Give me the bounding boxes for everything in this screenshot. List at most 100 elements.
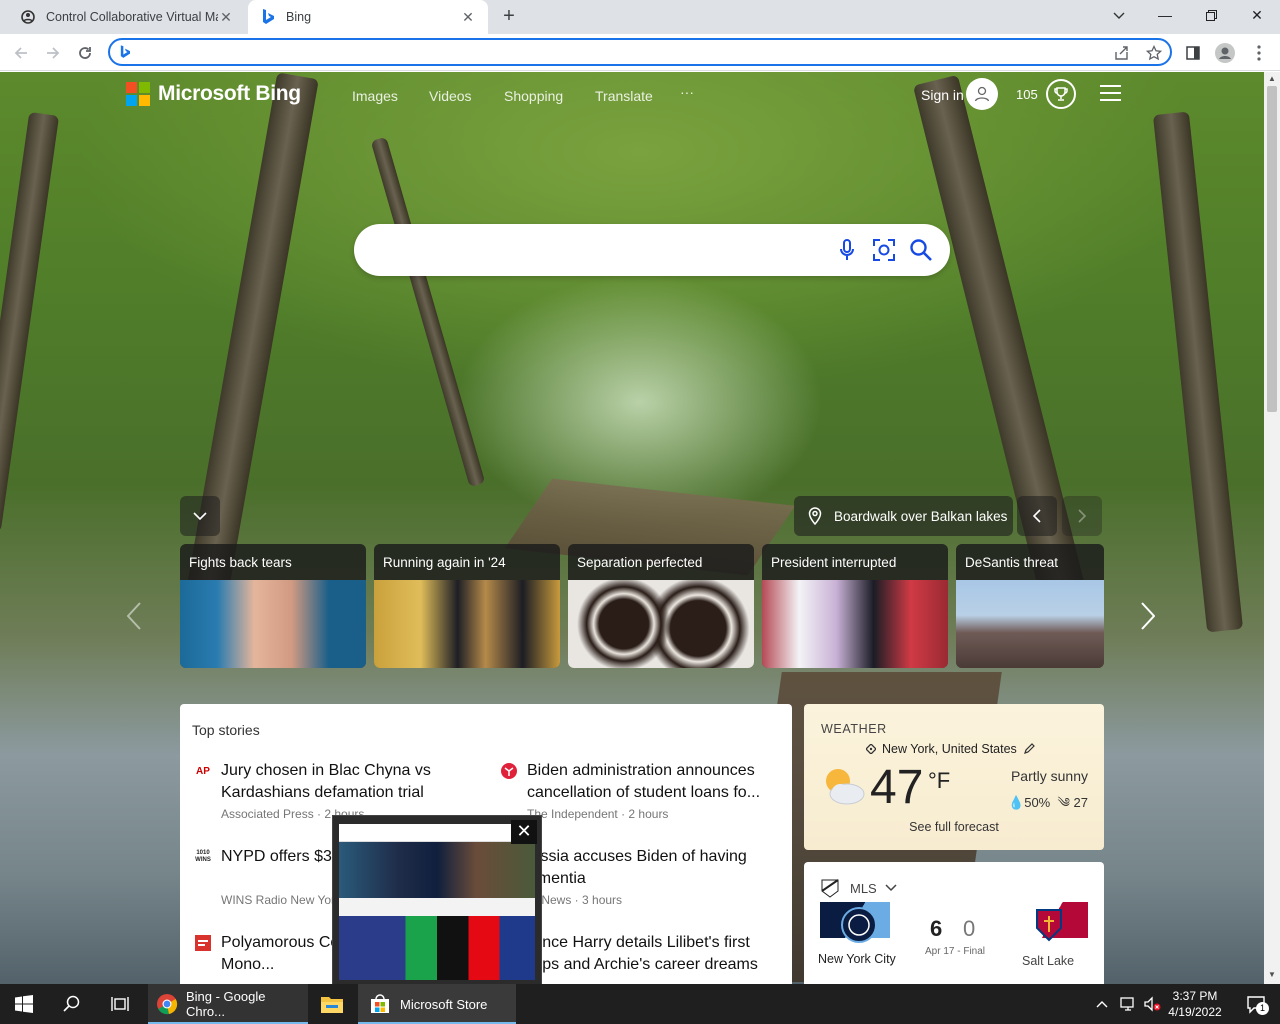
- news-card[interactable]: Separation perfected: [568, 544, 754, 668]
- back-icon[interactable]: [8, 40, 34, 66]
- microsoft-store-icon: [371, 994, 389, 1013]
- edit-pencil-icon[interactable]: [1023, 743, 1035, 755]
- restore-icon[interactable]: [1188, 0, 1234, 30]
- image-info-button[interactable]: Boardwalk over Balkan lakes: [794, 496, 1013, 536]
- close-window-icon[interactable]: ✕: [1234, 0, 1280, 30]
- nav-more[interactable]: ···: [680, 84, 694, 100]
- weather-location[interactable]: New York, United States: [866, 742, 1035, 756]
- search-icon[interactable]: [908, 237, 934, 263]
- page-scrollbar[interactable]: ▲ ▼: [1264, 72, 1280, 984]
- search-icon[interactable]: [48, 984, 96, 1024]
- bing-homepage: Microsoft Bing Images Videos Shopping Tr…: [0, 72, 1264, 984]
- image-title: Boardwalk over Balkan lakes: [834, 508, 1008, 524]
- story-headline[interactable]: Biden administration announces cancellat…: [527, 760, 777, 804]
- ap-source-icon: AP: [196, 765, 210, 777]
- story-headline[interactable]: Jury chosen in Blac Chyna vs Kardashians…: [221, 760, 481, 804]
- tab-bing[interactable]: Bing ✕: [248, 0, 488, 34]
- share-icon[interactable]: [1112, 43, 1132, 63]
- taskbar-app-chrome[interactable]: Bing - Google Chro...: [148, 984, 308, 1024]
- news-source-icon: [194, 935, 212, 951]
- search-input[interactable]: [376, 238, 836, 262]
- tab-strip: Control Collaborative Virtual Mac ✕ Bing…: [0, 0, 1280, 34]
- story-headline[interactable]: ...rince Harry details Lilibet's first .…: [520, 932, 780, 976]
- microphone-icon[interactable]: [834, 237, 860, 263]
- mls-header[interactable]: MLS: [820, 878, 897, 898]
- address-input[interactable]: [136, 42, 1096, 62]
- network-icon[interactable]: [1116, 984, 1140, 1024]
- side-panel-icon[interactable]: [1180, 40, 1206, 66]
- weather-card[interactable]: WEATHER New York, United States 47 °F Pa…: [804, 704, 1104, 850]
- volume-muted-icon[interactable]: [1140, 984, 1164, 1024]
- tab-close-icon[interactable]: ✕: [218, 9, 234, 25]
- user-avatar-icon[interactable]: [966, 78, 998, 110]
- nav-images[interactable]: Images: [352, 88, 398, 104]
- nav-shopping[interactable]: Shopping: [504, 88, 563, 104]
- profile-avatar-icon[interactable]: [1212, 40, 1238, 66]
- news-card[interactable]: Fights back tears: [180, 544, 366, 668]
- rewards-trophy-icon[interactable]: [1046, 79, 1076, 109]
- visual-search-icon[interactable]: [871, 237, 897, 263]
- wins-source-icon: 1010 WINS: [195, 850, 211, 863]
- nav-videos[interactable]: Videos: [429, 88, 472, 104]
- mls-league-label: MLS: [850, 880, 877, 896]
- news-card-image: [180, 580, 366, 668]
- raindrop-icon: 💧: [1008, 795, 1025, 810]
- browser-toolbar: [0, 34, 1280, 71]
- story-meta: The Independent · 2 hours: [527, 807, 669, 821]
- forward-icon[interactable]: [40, 40, 66, 66]
- bing-search-box[interactable]: [354, 224, 950, 276]
- taskbar-app-label: Bing - Google Chro...: [185, 989, 266, 1019]
- story-headline[interactable]: Russia accuses Biden of having dementia: [520, 846, 780, 890]
- see-full-forecast-link[interactable]: See full forecast: [804, 820, 1104, 834]
- tab-close-icon[interactable]: ✕: [460, 9, 476, 25]
- bookmark-star-icon[interactable]: [1144, 43, 1164, 63]
- minimize-icon[interactable]: —: [1142, 0, 1188, 30]
- new-tab-icon[interactable]: +: [498, 6, 520, 28]
- away-score: 0: [963, 916, 976, 941]
- hamburger-menu-icon[interactable]: [1100, 85, 1121, 102]
- task-view-icon[interactable]: [96, 984, 144, 1024]
- news-card-image: [374, 580, 560, 668]
- tab-control-collaborative[interactable]: Control Collaborative Virtual Mac ✕: [8, 0, 246, 34]
- weather-label: WEATHER: [821, 722, 887, 736]
- carousel-next-icon[interactable]: [1136, 600, 1160, 632]
- sign-in-link[interactable]: Sign in: [921, 87, 964, 103]
- taskbar-preview-microsoft-store[interactable]: ✕: [332, 815, 542, 984]
- previous-image-button[interactable]: [1017, 496, 1057, 536]
- windows-start-icon[interactable]: [0, 984, 48, 1024]
- preview-close-icon[interactable]: ✕: [511, 820, 537, 844]
- system-clock[interactable]: 3:37 PM 4/19/2022: [1164, 988, 1226, 1020]
- weather-unit[interactable]: °F: [928, 768, 950, 794]
- weather-location-text: New York, United States: [882, 742, 1017, 756]
- nycfc-logo-icon: [841, 907, 877, 943]
- scrollbar-thumb[interactable]: [1267, 86, 1277, 412]
- reload-icon[interactable]: [72, 40, 98, 66]
- news-card-title: President interrupted: [762, 544, 948, 580]
- vm-favicon-icon: [20, 9, 36, 25]
- address-bar[interactable]: [108, 38, 1172, 66]
- bing-favicon-icon: [260, 9, 276, 25]
- news-card[interactable]: Running again in '24: [374, 544, 560, 668]
- chrome-menu-icon[interactable]: [1246, 40, 1272, 66]
- news-card-image: [762, 580, 948, 668]
- nav-translate[interactable]: Translate: [595, 88, 653, 104]
- scroll-down-icon[interactable]: ▼: [1268, 970, 1276, 979]
- collapse-feed-button[interactable]: [180, 496, 220, 536]
- windows-taskbar: Bing - Google Chro... Microsoft Store 3:…: [0, 984, 1280, 1024]
- action-center-icon[interactable]: 1: [1232, 984, 1280, 1024]
- mls-score-card[interactable]: MLS New York City 6 0 Apr 17 - Final Sal…: [804, 862, 1104, 984]
- tab-search-icon[interactable]: [1096, 0, 1142, 30]
- news-card[interactable]: President interrupted: [762, 544, 948, 668]
- independent-source-icon: [500, 763, 518, 779]
- show-hidden-icons-icon[interactable]: [1090, 984, 1114, 1024]
- bing-logo[interactable]: Microsoft Bing: [126, 82, 301, 106]
- scroll-up-icon[interactable]: ▲: [1268, 74, 1276, 83]
- next-image-button[interactable]: [1062, 496, 1102, 536]
- carousel-prev-icon[interactable]: [122, 600, 146, 632]
- news-card[interactable]: DeSantis threat: [956, 544, 1104, 668]
- story-meta: WINS Radio New Yor...: [221, 893, 345, 907]
- taskbar-app-microsoft-store[interactable]: Microsoft Store: [358, 984, 516, 1024]
- rewards-points[interactable]: 105: [1016, 87, 1038, 102]
- background-tree: [370, 136, 486, 488]
- file-explorer-icon[interactable]: [308, 984, 356, 1024]
